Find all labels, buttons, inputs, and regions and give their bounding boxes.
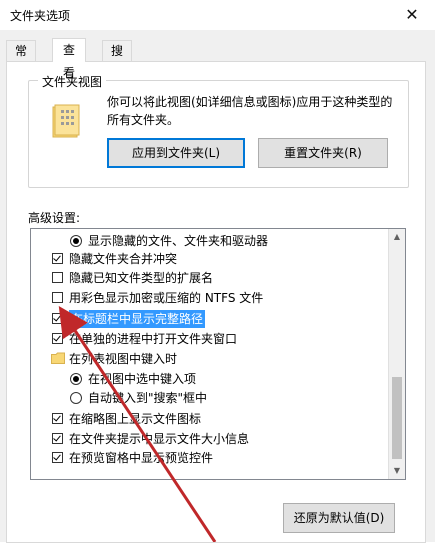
checkbox[interactable] xyxy=(52,413,63,424)
reset-folders-button[interactable]: 重置文件夹(R) xyxy=(258,138,388,168)
folder-views-icon xyxy=(52,104,80,138)
checkbox[interactable] xyxy=(52,433,63,444)
list-item-label: 隐藏文件夹合并冲突 xyxy=(69,252,178,266)
restore-defaults-button[interactable]: 还原为默认值(D) xyxy=(283,503,395,533)
close-icon[interactable]: ✕ xyxy=(401,4,423,26)
advanced-settings-label: 高级设置: xyxy=(28,211,81,225)
radio-button[interactable] xyxy=(70,392,82,404)
tab-general[interactable]: 常规 xyxy=(6,40,37,78)
apply-to-folders-button[interactable]: 应用到文件夹(L) xyxy=(107,138,245,168)
checkbox[interactable] xyxy=(52,292,63,303)
checkbox[interactable] xyxy=(52,253,63,264)
list-item-label: 用彩色显示加密或压缩的 NTFS 文件 xyxy=(69,291,264,305)
scroll-up-icon[interactable]: ▲ xyxy=(389,229,405,245)
list-item-label: 在文件夹提示中显示文件大小信息 xyxy=(69,432,250,446)
list-item-label: 隐藏已知文件类型的扩展名 xyxy=(69,271,214,285)
window-title: 文件夹选项 xyxy=(10,9,71,23)
scroll-thumb[interactable] xyxy=(392,377,402,459)
folder-views-description: 你可以将此视图(如详细信息或图标)应用于这种类型的所有文件夹。 xyxy=(107,95,393,127)
list-item-label: 在视图中选中键入项 xyxy=(88,372,197,386)
list-item-label: 在预览窗格中显示预览控件 xyxy=(69,451,214,465)
list-item-label: 在列表视图中键入时 xyxy=(69,352,178,366)
list-item-label: 显示隐藏的文件、文件夹和驱动器 xyxy=(88,234,269,248)
checkbox[interactable] xyxy=(52,272,63,283)
radio-button[interactable] xyxy=(70,373,82,385)
list-item-label: 自动键入到"搜索"框中 xyxy=(88,391,208,405)
tab-search[interactable]: 搜索 xyxy=(102,40,133,78)
list-item-label: 在单独的进程中打开文件夹窗口 xyxy=(69,332,238,346)
checkbox[interactable] xyxy=(52,452,63,463)
scroll-down-icon[interactable]: ▼ xyxy=(389,463,405,479)
checkbox[interactable] xyxy=(52,333,63,344)
title-bar: 文件夹选项 ✕ xyxy=(0,0,435,31)
vertical-scrollbar[interactable]: ▲ ▼ xyxy=(388,229,405,479)
list-item-label: 在缩略图上显示文件图标 xyxy=(69,412,202,426)
radio-button[interactable] xyxy=(70,235,82,247)
tab-view[interactable]: 查看 xyxy=(52,38,87,80)
list-item-label: 在标题栏中显示完整路径 xyxy=(69,310,206,328)
folder-icon xyxy=(51,352,65,364)
advanced-settings-tree[interactable]: 显示隐藏的文件、文件夹和驱动器 隐藏文件夹合并冲突 隐藏已知文件类型的扩展名 用… xyxy=(30,228,406,480)
checkbox[interactable] xyxy=(52,313,63,324)
